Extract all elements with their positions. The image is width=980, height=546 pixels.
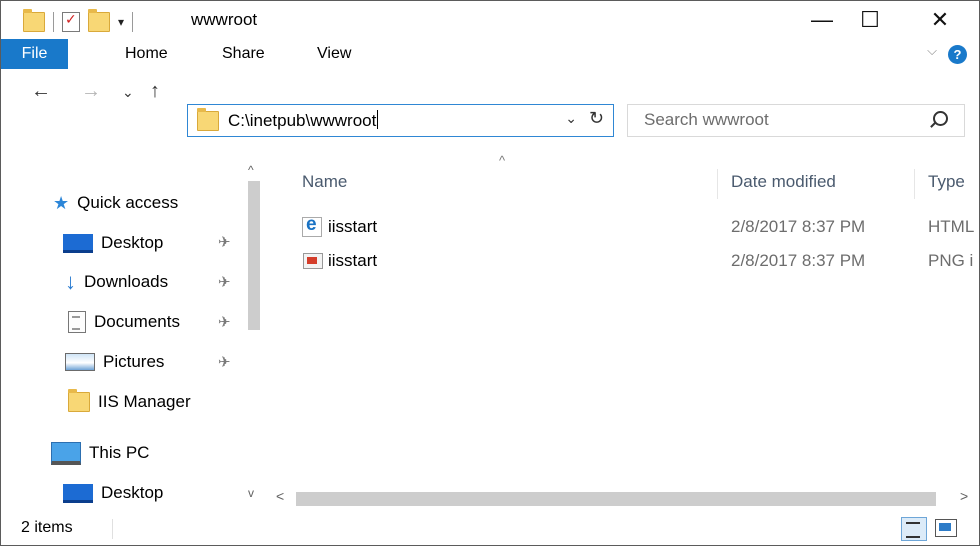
column-header-name[interactable]: Name bbox=[302, 165, 347, 199]
nav-item-label: IIS Manager bbox=[98, 392, 191, 411]
large-icons-view-icon[interactable] bbox=[935, 519, 957, 537]
search-icon[interactable] bbox=[933, 111, 948, 126]
toolbar-divider bbox=[132, 12, 134, 32]
tab-home[interactable]: Home bbox=[125, 39, 168, 69]
file-type: HTML bbox=[928, 217, 975, 236]
expand-ribbon-icon[interactable]: ⌵ bbox=[927, 43, 937, 59]
refresh-icon[interactable]: ↻ bbox=[589, 108, 604, 129]
horizontal-scrollbar[interactable]: < > bbox=[266, 487, 979, 511]
star-icon: ★ bbox=[53, 192, 70, 213]
properties-icon[interactable] bbox=[62, 11, 80, 32]
html-file-icon bbox=[302, 214, 322, 237]
navigation-pane-scrollbar[interactable]: ^ v bbox=[243, 161, 265, 511]
pin-icon[interactable]: ✈ bbox=[218, 233, 231, 251]
nav-item-documents[interactable]: Documents bbox=[68, 308, 180, 336]
documents-icon bbox=[68, 311, 86, 333]
up-arrow-icon[interactable]: ↑ bbox=[150, 80, 160, 103]
search-placeholder[interactable]: Search wwwroot bbox=[644, 110, 769, 130]
file-type: PNG i bbox=[928, 251, 974, 270]
nav-item-label: Quick access bbox=[77, 193, 179, 212]
folder-icon bbox=[197, 108, 219, 131]
address-path[interactable]: C:\inetpub\wwwroot bbox=[228, 110, 379, 131]
file-explorer-window: ▾ wwwroot — ☐ ✕ File Home Share View ⌵ ?… bbox=[0, 0, 980, 546]
folder-icon bbox=[68, 389, 90, 412]
file-row[interactable]: iisstart 2/8/2017 8:37 PM HTML bbox=[266, 213, 979, 241]
help-icon[interactable]: ? bbox=[948, 45, 967, 64]
status-bar: 2 items bbox=[1, 513, 979, 545]
nav-item-pictures[interactable]: Pictures bbox=[65, 348, 164, 376]
navigation-pane: ★ Quick access Desktop ✈ ↓ Downloads ✈ D… bbox=[1, 161, 265, 511]
minimize-button[interactable]: — bbox=[799, 1, 845, 39]
png-file-icon bbox=[303, 253, 323, 269]
status-divider bbox=[112, 519, 113, 539]
nav-item-downloads[interactable]: ↓ Downloads bbox=[65, 268, 168, 296]
item-count: 2 items bbox=[21, 519, 73, 536]
tab-share[interactable]: Share bbox=[222, 39, 265, 69]
new-folder-icon[interactable] bbox=[88, 9, 110, 32]
tab-file[interactable]: File bbox=[1, 39, 68, 69]
window-title: wwwroot bbox=[191, 10, 258, 29]
desktop-icon bbox=[63, 233, 93, 253]
scroll-left-arrow-icon[interactable]: < bbox=[276, 488, 284, 504]
nav-item-label: Downloads bbox=[84, 272, 169, 291]
nav-item-iis-manager[interactable]: IIS Manager bbox=[68, 388, 191, 416]
tab-view[interactable]: View bbox=[317, 39, 351, 69]
pin-icon[interactable]: ✈ bbox=[218, 273, 231, 291]
column-divider[interactable] bbox=[717, 169, 718, 199]
title-bar: ▾ wwwroot — ☐ ✕ bbox=[1, 1, 979, 39]
sort-ascending-icon: ^ bbox=[499, 153, 506, 168]
nav-item-label: Documents bbox=[94, 312, 180, 331]
column-divider[interactable] bbox=[914, 169, 915, 199]
nav-item-quick-access[interactable]: ★ Quick access bbox=[53, 189, 178, 217]
pin-icon[interactable]: ✈ bbox=[218, 353, 231, 371]
scroll-down-arrow-icon[interactable]: v bbox=[248, 486, 254, 500]
desktop-icon bbox=[63, 483, 93, 503]
text-caret bbox=[377, 110, 379, 129]
maximize-button[interactable]: ☐ bbox=[847, 1, 893, 39]
pin-icon[interactable]: ✈ bbox=[218, 313, 231, 331]
nav-item-label: This PC bbox=[89, 443, 150, 462]
address-bar[interactable]: C:\inetpub\wwwroot ⌄ ↻ bbox=[187, 104, 614, 137]
computer-icon bbox=[51, 441, 81, 465]
file-date-modified: 2/8/2017 8:37 PM bbox=[731, 251, 866, 270]
scroll-up-arrow-icon[interactable]: ^ bbox=[248, 163, 254, 177]
toolbar-divider bbox=[53, 12, 54, 32]
details-view-icon[interactable] bbox=[901, 517, 927, 541]
column-header-type[interactable]: Type bbox=[928, 165, 965, 199]
ribbon-tabs: File Home Share View ⌵ ? bbox=[1, 39, 979, 70]
pictures-icon bbox=[65, 353, 95, 371]
file-date-modified: 2/8/2017 8:37 PM bbox=[731, 217, 866, 236]
close-button[interactable]: ✕ bbox=[917, 1, 963, 39]
nav-item-label: Desktop bbox=[101, 233, 164, 252]
nav-item-label: Pictures bbox=[103, 352, 165, 371]
back-arrow-icon[interactable]: ← bbox=[31, 80, 51, 103]
file-list: ^ Name Date modified Type iisstart 2/8/2… bbox=[266, 153, 979, 511]
search-box[interactable]: Search wwwroot bbox=[627, 104, 965, 137]
recent-locations-chevron-icon[interactable]: ⌄ bbox=[122, 84, 134, 101]
quick-access-toolbar: ▾ bbox=[23, 9, 134, 33]
nav-item-desktop[interactable]: Desktop bbox=[63, 229, 163, 257]
customize-toolbar-dropdown[interactable]: ▾ bbox=[118, 15, 124, 29]
nav-item-this-pc[interactable]: This PC bbox=[51, 439, 149, 467]
scroll-right-arrow-icon[interactable]: > bbox=[960, 488, 968, 504]
scrollbar-thumb[interactable] bbox=[248, 181, 260, 330]
file-name: iisstart bbox=[328, 217, 378, 236]
file-name: iisstart bbox=[328, 251, 378, 270]
nav-item-desktop-pc[interactable]: Desktop bbox=[63, 479, 163, 507]
forward-arrow-icon[interactable]: → bbox=[81, 80, 101, 103]
scrollbar-thumb[interactable] bbox=[296, 492, 936, 506]
downloads-icon: ↓ bbox=[65, 269, 76, 294]
nav-item-label: Desktop bbox=[101, 483, 164, 502]
address-history-chevron-icon[interactable]: ⌄ bbox=[565, 110, 577, 127]
file-row[interactable]: iisstart 2/8/2017 8:37 PM PNG i bbox=[266, 247, 979, 275]
column-header-date-modified[interactable]: Date modified bbox=[731, 165, 836, 199]
folder-icon[interactable] bbox=[23, 9, 45, 32]
